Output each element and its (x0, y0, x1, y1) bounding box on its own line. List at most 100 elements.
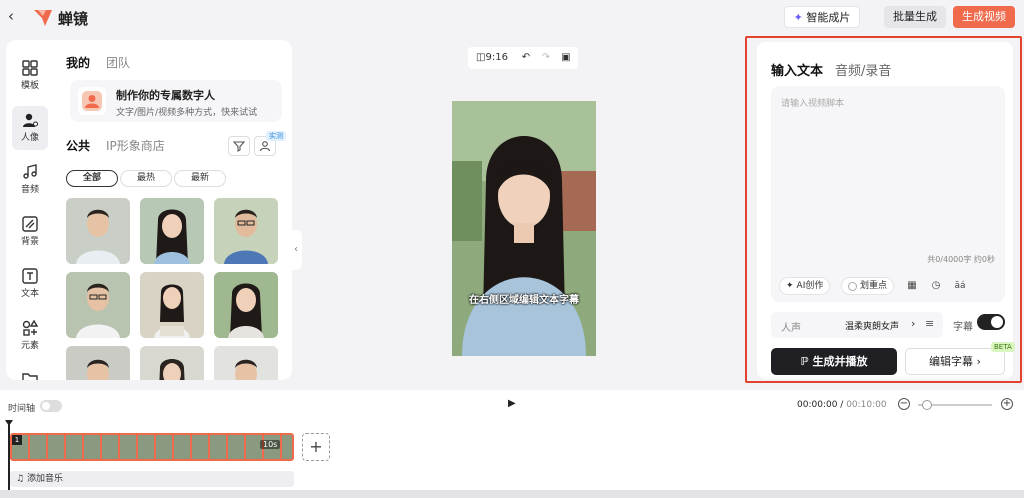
voice-selector[interactable]: 人声 温柔爽朗女声 › ≡ (771, 312, 943, 338)
subtitle-caption: 在右侧区域编辑文本字幕 (469, 295, 579, 306)
right-panel-highlight: 输入文本 音频/录音 共0/4000字 约0秒 ✦AI创作 划重点 ▦ ◷ āá… (745, 36, 1022, 383)
subtab-public[interactable]: 公共 (66, 137, 90, 154)
video-clip[interactable]: 1 10s (10, 433, 294, 461)
zoom-in-icon[interactable]: + (1001, 398, 1013, 410)
aspect-ratio-button[interactable]: ◫9:16 (472, 47, 512, 69)
generate-play-button[interactable]: ℙ 生成并播放 (771, 348, 897, 375)
rail-item-portrait[interactable]: 人像 (12, 106, 48, 150)
edit-subtitle-button[interactable]: 编辑字幕 › (905, 348, 1005, 375)
voice-value: 温柔爽朗女声 (845, 322, 900, 332)
script-box: 共0/4000字 约0秒 ✦AI创作 划重点 ▦ ◷ āá (771, 86, 1005, 302)
top-bar: ‹ 蝉镜 ✦ 智能成片 批量生成 生成视频 (0, 0, 1024, 34)
avatar-thumbnail[interactable] (66, 346, 130, 380)
video-preview[interactable]: 在右侧区域编辑文本字幕 (452, 101, 596, 356)
collapse-panel-button[interactable]: ‹ (290, 230, 302, 270)
zoom-out-icon[interactable]: − (898, 398, 910, 410)
timeline-toggle[interactable] (40, 400, 62, 412)
ai-create-label: AI创作 (796, 281, 824, 291)
avatar-thumbnail[interactable] (66, 198, 130, 264)
generate-video-button[interactable]: 生成视频 (953, 6, 1015, 28)
music-note-icon: ♫ (16, 474, 27, 484)
clip-index: 1 (12, 435, 22, 445)
rail-label: 文本 (20, 289, 39, 299)
back-icon[interactable]: ‹ (8, 8, 24, 24)
play-icon[interactable]: ▶ (508, 398, 516, 409)
script-panel: 输入文本 音频/录音 共0/4000字 约0秒 ✦AI创作 划重点 ▦ ◷ āá… (757, 42, 1015, 379)
chevron-right-icon: › (911, 317, 916, 330)
rail-item-background[interactable]: 背景 (12, 210, 48, 254)
filter-button[interactable] (228, 136, 250, 156)
subtitle-toggle[interactable] (977, 314, 1005, 330)
chip-all[interactable]: 全部 (66, 170, 118, 187)
tab-audio-record[interactable]: 音频/录音 (835, 60, 891, 79)
smart-video-label: 智能成片 (806, 11, 851, 24)
toggle-knob (42, 402, 50, 410)
aspect-ratio-label: 9:16 (485, 52, 508, 63)
timeline-label: 时间轴 (8, 404, 36, 414)
chevron-left-icon: ‹ (294, 244, 298, 255)
avatar-thumbnail[interactable] (214, 198, 278, 264)
edit-subtitle-label: 编辑字幕 (929, 355, 974, 368)
rail-item-template[interactable]: 模板 (12, 54, 48, 98)
avatar-thumbnail[interactable] (214, 272, 278, 338)
char-counter: 共0/4000字 约0秒 (927, 255, 995, 264)
add-music-track[interactable]: ♫ 添加音乐 (10, 471, 294, 487)
promo-title: 制作你的专属数字人 (116, 89, 215, 102)
rail-label: 人像 (20, 133, 39, 143)
batch-generate-button[interactable]: 批量生成 (884, 6, 946, 28)
rail-item-audio[interactable]: 音频 (12, 158, 48, 202)
music-icon (23, 164, 37, 179)
time-readout: 00:00:00 / 00:10:00 (797, 400, 887, 410)
generate-play-label: 生成并播放 (812, 355, 868, 368)
background-icon (22, 216, 38, 232)
circle-icon (848, 281, 857, 291)
avatar-thumbnail[interactable] (140, 198, 204, 264)
waveform-icon: ℙ (800, 355, 813, 368)
left-panel: 模板 人像 音频 背景 文本 元素 我的 团队 制作你的专属数字人 文字/图片/… (6, 40, 302, 380)
avatar-thumbnail[interactable] (140, 272, 204, 338)
tab-mine[interactable]: 我的 (66, 54, 90, 71)
time-total: 00:10:00 (846, 400, 887, 410)
grid-icon (22, 60, 38, 76)
speed-icon[interactable]: ◷ (927, 277, 945, 295)
rail-item-text[interactable]: 文本 (12, 262, 48, 306)
person-outline-icon (259, 141, 271, 152)
avatar-thumbnail[interactable] (140, 346, 204, 380)
redo-icon[interactable]: ↷ (538, 47, 554, 69)
rail-label: 背景 (20, 237, 39, 247)
smart-video-button[interactable]: ✦ 智能成片 (784, 6, 860, 28)
settings-sliders-icon[interactable]: ≡ (925, 317, 934, 330)
script-input[interactable] (781, 96, 995, 246)
pinyin-button[interactable]: āá (951, 277, 969, 295)
add-clip-button[interactable]: + (302, 433, 330, 461)
wand-icon: ✦ (793, 11, 807, 24)
subtab-ip-store[interactable]: IP形象商店 (106, 137, 165, 154)
library: 我的 团队 制作你的专属数字人 文字/图片/视频多种方式，快来试试 公共 IP形… (60, 40, 288, 380)
rail-item-elements[interactable]: 元素 (12, 314, 48, 358)
tab-team[interactable]: 团队 (106, 54, 130, 71)
chip-hot[interactable]: 最热 (120, 170, 172, 187)
avatar-promo-icon (78, 87, 106, 115)
avatar-thumbnail[interactable] (214, 346, 278, 380)
create-avatar-promo[interactable]: 制作你的专属数字人 文字/图片/视频多种方式，快来试试 (70, 80, 282, 122)
pause-insert-icon[interactable]: ▦ (903, 277, 921, 295)
emphasis-button[interactable]: 划重点 (841, 277, 895, 295)
rail-label: 音频 (20, 185, 39, 195)
timeline-scrollbar[interactable] (0, 490, 1024, 498)
ai-create-button[interactable]: ✦ AI创作 (779, 277, 831, 295)
elements-icon (22, 320, 38, 336)
avatar-thumbnail[interactable] (66, 272, 130, 338)
zoom-slider[interactable] (918, 400, 992, 410)
rail-label: 元素 (20, 341, 39, 351)
tab-input-text[interactable]: 输入文本 (771, 60, 823, 79)
rail-item-more[interactable] (12, 364, 48, 380)
canvas-toolbar: ◫9:16 ↶ ↷ ▣ (468, 47, 578, 69)
zoom-slider-handle[interactable] (922, 400, 932, 410)
undo-icon[interactable]: ↶ (518, 47, 534, 69)
folder-icon (22, 373, 38, 380)
avatar-preview-image (452, 101, 596, 356)
rail-label: 模板 (20, 81, 39, 91)
chip-new[interactable]: 最新 (174, 170, 226, 187)
text-icon (22, 268, 38, 284)
safe-area-icon[interactable]: ▣ (558, 47, 574, 69)
